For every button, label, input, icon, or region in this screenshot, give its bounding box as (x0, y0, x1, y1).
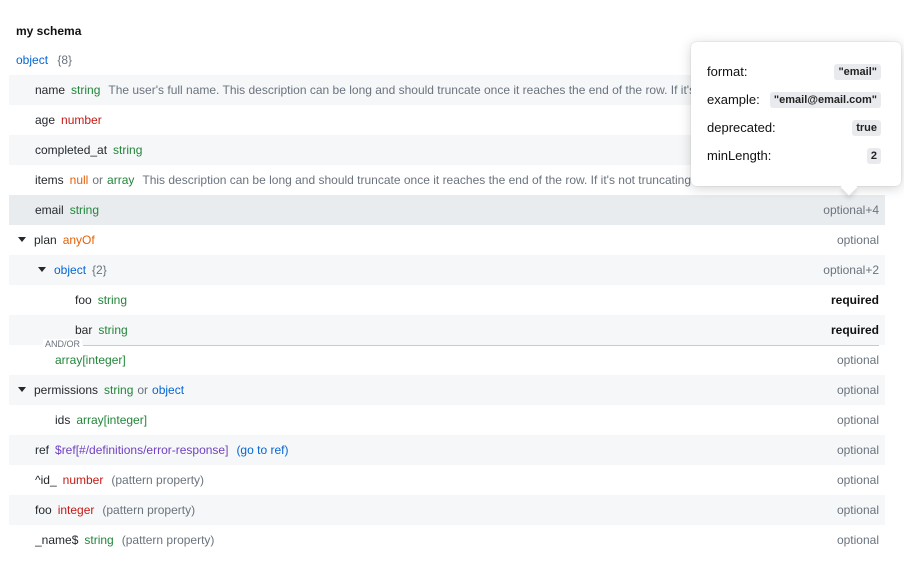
property-description: This description can be long and should … (142, 173, 700, 187)
property-name: plan (34, 233, 57, 247)
property-type-object: object (152, 383, 185, 397)
property-name: email (35, 203, 64, 217)
property-row-foo-nested[interactable]: foo string required (9, 285, 885, 315)
property-row-plan-array[interactable]: AND/OR array[integer] optional (9, 339, 885, 375)
type-separator: or (92, 173, 104, 187)
property-name: ids (55, 413, 71, 427)
property-type: array[integer] (76, 413, 148, 427)
requirement-badge[interactable]: optional+2 (823, 255, 879, 285)
popover-deprecated: deprecated: true (707, 118, 881, 138)
property-name: foo (75, 293, 92, 307)
popover-minlength: minLength: 2 (707, 146, 881, 166)
property-name: ^id_ (35, 473, 57, 487)
property-row-plan-object[interactable]: object {2} optional+2 (9, 255, 885, 285)
property-type: string (69, 203, 100, 217)
property-type: object (54, 263, 87, 277)
property-type: string (97, 293, 128, 307)
property-row-bar-nested[interactable]: bar string required (9, 315, 885, 345)
property-type: number (62, 473, 104, 487)
requirement-label: optional (836, 413, 879, 427)
popover-value: "email@email.com" (769, 92, 881, 108)
popover-value: 2 (866, 148, 881, 164)
property-row-foo-pattern[interactable]: foo integer (pattern property) optional (9, 495, 885, 525)
requirement-label: optional (836, 473, 879, 487)
property-name: items (35, 173, 64, 187)
property-name: bar (75, 323, 93, 337)
collapse-caret-icon[interactable] (18, 387, 26, 393)
property-description: The user's full name. This description c… (108, 83, 700, 97)
root-property-count: {8} (57, 53, 73, 67)
requirement-label: optional (836, 383, 879, 397)
validation-popover: format: "email" example: "email@email.co… (691, 42, 901, 196)
requirement-label: optional (836, 233, 879, 247)
pattern-note: (pattern property) (121, 533, 215, 547)
property-name: permissions (34, 383, 99, 397)
collapse-caret-icon[interactable] (38, 267, 46, 273)
property-row-email[interactable]: email string optional+4 (9, 195, 885, 225)
property-name: name (35, 83, 66, 97)
property-type: string (113, 143, 143, 157)
property-row-id-pattern[interactable]: ^id_ number (pattern property) optional (9, 465, 885, 495)
pattern-note: (pattern property) (102, 503, 196, 517)
property-type-null: null (69, 173, 89, 187)
popover-format: format: "email" (707, 62, 881, 82)
requirement-label: required (830, 293, 879, 307)
popover-example: example: "email@email.com" (707, 90, 881, 110)
property-type: string (98, 323, 128, 337)
property-row-ref[interactable]: ref $ref[#/definitions/error-response] (go… (9, 435, 885, 465)
popover-label: example: (707, 92, 760, 107)
schema-title: my schema (16, 24, 82, 38)
go-to-ref-link[interactable]: (go to ref) (236, 443, 288, 457)
type-separator: or (137, 383, 149, 397)
property-name: _name$ (35, 533, 79, 547)
collapse-caret-icon[interactable] (18, 237, 26, 243)
property-row-permissions[interactable]: permissions string or object optional (9, 375, 885, 405)
root-type-row: object {8} (16, 53, 72, 67)
popover-label: format: (707, 64, 748, 79)
requirement-label: optional (836, 443, 879, 457)
property-type: array[integer] (55, 353, 126, 367)
property-row-name-pattern[interactable]: _name$ string (pattern property) optional (9, 525, 885, 555)
requirement-label: optional (836, 503, 879, 517)
property-name: ref (35, 443, 50, 457)
property-type: number (61, 113, 102, 127)
popover-value: "email" (834, 64, 881, 80)
requirement-label: optional (836, 533, 879, 547)
property-row-plan[interactable]: plan anyOf optional (9, 225, 885, 255)
property-count: {2} (92, 263, 107, 277)
property-name: completed_at (35, 143, 108, 157)
property-row-ids[interactable]: ids array[integer] optional (9, 405, 885, 435)
popover-label: minLength: (707, 148, 772, 163)
popover-label: deprecated: (707, 120, 776, 135)
property-type-string: string (104, 383, 134, 397)
property-type: integer (57, 503, 95, 517)
property-type: $ref[#/definitions/error-response] (55, 443, 229, 457)
property-type: anyOf (62, 233, 95, 247)
property-name: foo (35, 503, 52, 517)
requirement-label: optional (836, 353, 879, 367)
root-type: object (16, 53, 49, 67)
requirement-badge[interactable]: optional+4 (823, 195, 879, 225)
property-name: age (35, 113, 56, 127)
property-type: string (71, 83, 101, 97)
pattern-note: (pattern property) (111, 473, 205, 487)
property-type: string (84, 533, 114, 547)
popover-value: true (852, 120, 881, 136)
property-type-array: array (107, 173, 135, 187)
requirement-label: required (830, 323, 879, 337)
